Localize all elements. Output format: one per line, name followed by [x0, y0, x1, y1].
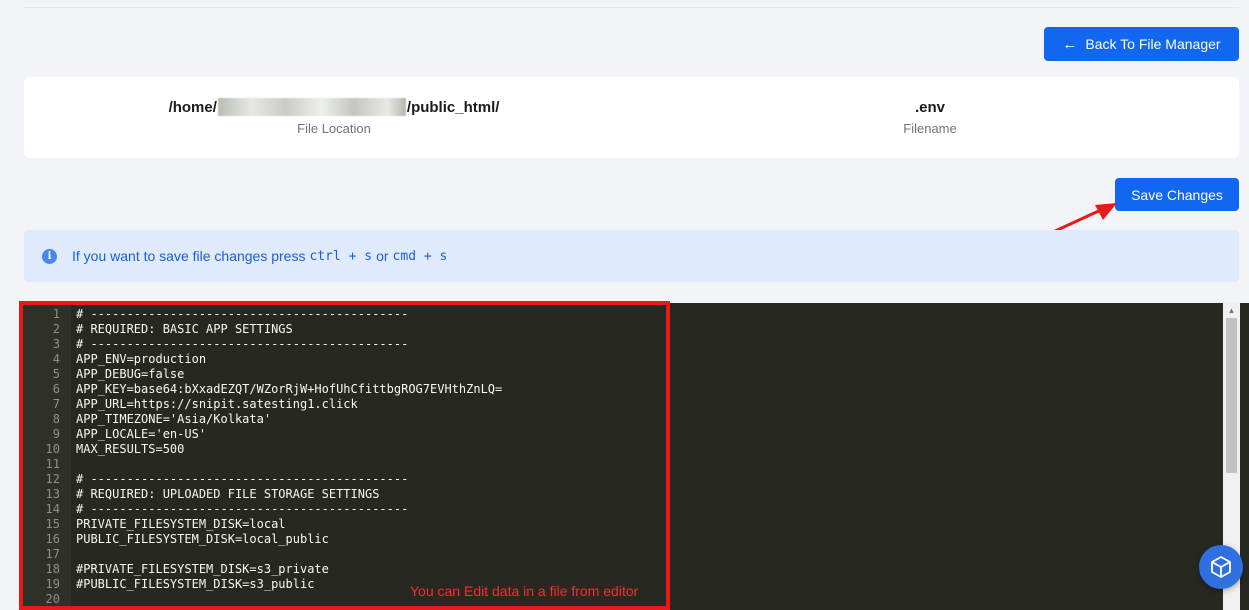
help-cube-icon [1211, 556, 1231, 578]
line-text[interactable]: APP_TIMEZONE='Asia/Kolkata' [76, 412, 271, 427]
code-line[interactable]: 15 PRIVATE_FILESYSTEM_DISK=local [20, 517, 1220, 532]
line-text[interactable]: APP_LOCALE='en-US' [76, 427, 206, 442]
line-number: 1 [52, 307, 60, 321]
line-number: 15 [45, 517, 60, 531]
top-divider [24, 0, 1239, 8]
line-number: 20 [45, 592, 60, 606]
line-number: 18 [45, 562, 60, 576]
line-number: 9 [52, 427, 60, 441]
help-widget-button[interactable] [1199, 545, 1243, 589]
line-number: 12 [45, 472, 60, 486]
line-number: 14 [45, 502, 60, 516]
line-text[interactable]: # --------------------------------------… [76, 337, 408, 352]
code-line[interactable]: 13 # REQUIRED: UPLOADED FILE STORAGE SETT… [20, 487, 1220, 502]
line-text[interactable]: # REQUIRED: BASIC APP SETTINGS [76, 322, 293, 337]
line-number: 13 [45, 487, 60, 501]
line-number: 7 [52, 397, 60, 411]
line-number: 6 [52, 382, 60, 396]
code-line[interactable]: 5 APP_DEBUG=false [20, 367, 1220, 382]
line-number: 5 [52, 367, 60, 381]
line-number: 2 [52, 322, 60, 336]
filename-label: Filename [903, 121, 957, 136]
save-hint-alert: i If you want to save file changes press… [24, 230, 1239, 282]
code-line[interactable]: 2 # REQUIRED: BASIC APP SETTINGS [20, 322, 1220, 337]
line-text[interactable]: # --------------------------------------… [76, 502, 408, 517]
code-line[interactable]: 10 MAX_RESULTS=500 [20, 442, 1220, 457]
code-line[interactable]: 14 # ------------------------------------… [20, 502, 1220, 517]
file-location-label: File Location [297, 121, 371, 136]
code-line[interactable]: 4 APP_ENV=production [20, 352, 1220, 367]
code-line[interactable]: 3 # -------------------------------------… [20, 337, 1220, 352]
code-line[interactable]: 11 [20, 457, 1220, 472]
line-text[interactable]: # --------------------------------------… [76, 472, 408, 487]
line-text[interactable]: PRIVATE_FILESYSTEM_DISK=local [76, 517, 286, 532]
location-suffix: /public_html/ [406, 98, 500, 116]
code-line[interactable]: 1 # -------------------------------------… [20, 307, 1220, 322]
file-location-value: /home/ /public_html/ [154, 97, 514, 117]
line-number: 8 [52, 412, 60, 426]
filename-value: .env [914, 98, 945, 116]
editor-annotation: You can Edit data in a file from editor [410, 583, 639, 599]
save-changes-button[interactable]: Save Changes [1115, 178, 1239, 211]
code-line[interactable]: 17 [20, 547, 1220, 562]
arrow-left-icon: ← [1062, 35, 1078, 53]
filename-field: .env Filename [830, 97, 1030, 137]
line-text[interactable]: APP_KEY=base64:bXxadEZQT/WZorRjW+HofUhCf… [76, 382, 502, 397]
location-prefix: /home/ [168, 98, 217, 116]
line-text[interactable]: MAX_RESULTS=500 [76, 442, 184, 457]
line-text[interactable]: #PRIVATE_FILESYSTEM_DISK=s3_private [76, 562, 329, 577]
line-number: 16 [45, 532, 60, 546]
scrollbar-thumb[interactable] [1226, 318, 1237, 473]
line-text[interactable]: APP_DEBUG=false [76, 367, 184, 382]
back-button-label: Back To File Manager [1085, 36, 1221, 52]
line-text[interactable]: # --------------------------------------… [76, 307, 408, 322]
line-number: 4 [52, 352, 60, 366]
code-line[interactable]: 8 APP_TIMEZONE='Asia/Kolkata' [20, 412, 1220, 427]
line-text[interactable]: #PUBLIC_FILESYSTEM_DISK=s3_public [76, 577, 314, 592]
code-line[interactable]: 9 APP_LOCALE='en-US' [20, 427, 1220, 442]
line-text[interactable]: APP_ENV=production [76, 352, 206, 367]
code-line[interactable]: 7 APP_URL=https://snipit.satesting1.click [20, 397, 1220, 412]
file-info-card: /home/ /public_html/ File Location .env F… [24, 77, 1239, 158]
shortcut-cmd-s: cmd + s [392, 248, 448, 264]
alert-or-text: or [376, 248, 389, 264]
file-location-field: /home/ /public_html/ File Location [154, 97, 514, 136]
line-text[interactable]: # REQUIRED: UPLOADED FILE STORAGE SETTIN… [76, 487, 379, 502]
redacted-path-segment [217, 98, 406, 116]
code-line[interactable]: 6 APP_KEY=base64:bXxadEZQT/WZorRjW+HofUhC… [20, 382, 1220, 397]
code-line[interactable]: 12 # ------------------------------------… [20, 472, 1220, 487]
code-editor[interactable]: 1 # -------------------------------------… [20, 303, 1249, 610]
line-number: 10 [45, 442, 60, 456]
line-number: 19 [45, 577, 60, 591]
back-to-file-manager-button[interactable]: ← Back To File Manager [1044, 27, 1239, 61]
info-icon: i [42, 248, 57, 264]
code-line[interactable]: 18 #PRIVATE_FILESYSTEM_DISK=s3_private [20, 562, 1220, 577]
shortcut-ctrl-s: ctrl + s [309, 248, 373, 264]
line-text[interactable]: APP_URL=https://snipit.satesting1.click [76, 397, 358, 412]
line-number: 3 [52, 337, 60, 351]
alert-text: If you want to save file changes press [72, 248, 306, 264]
line-text[interactable]: PUBLIC_FILESYSTEM_DISK=local_public [76, 532, 329, 547]
code-line[interactable]: 16 PUBLIC_FILESYSTEM_DISK=local_public [20, 532, 1220, 547]
scroll-up-icon[interactable]: ▲ [1223, 303, 1240, 317]
line-number: 11 [45, 457, 60, 471]
line-number: 17 [45, 547, 60, 561]
